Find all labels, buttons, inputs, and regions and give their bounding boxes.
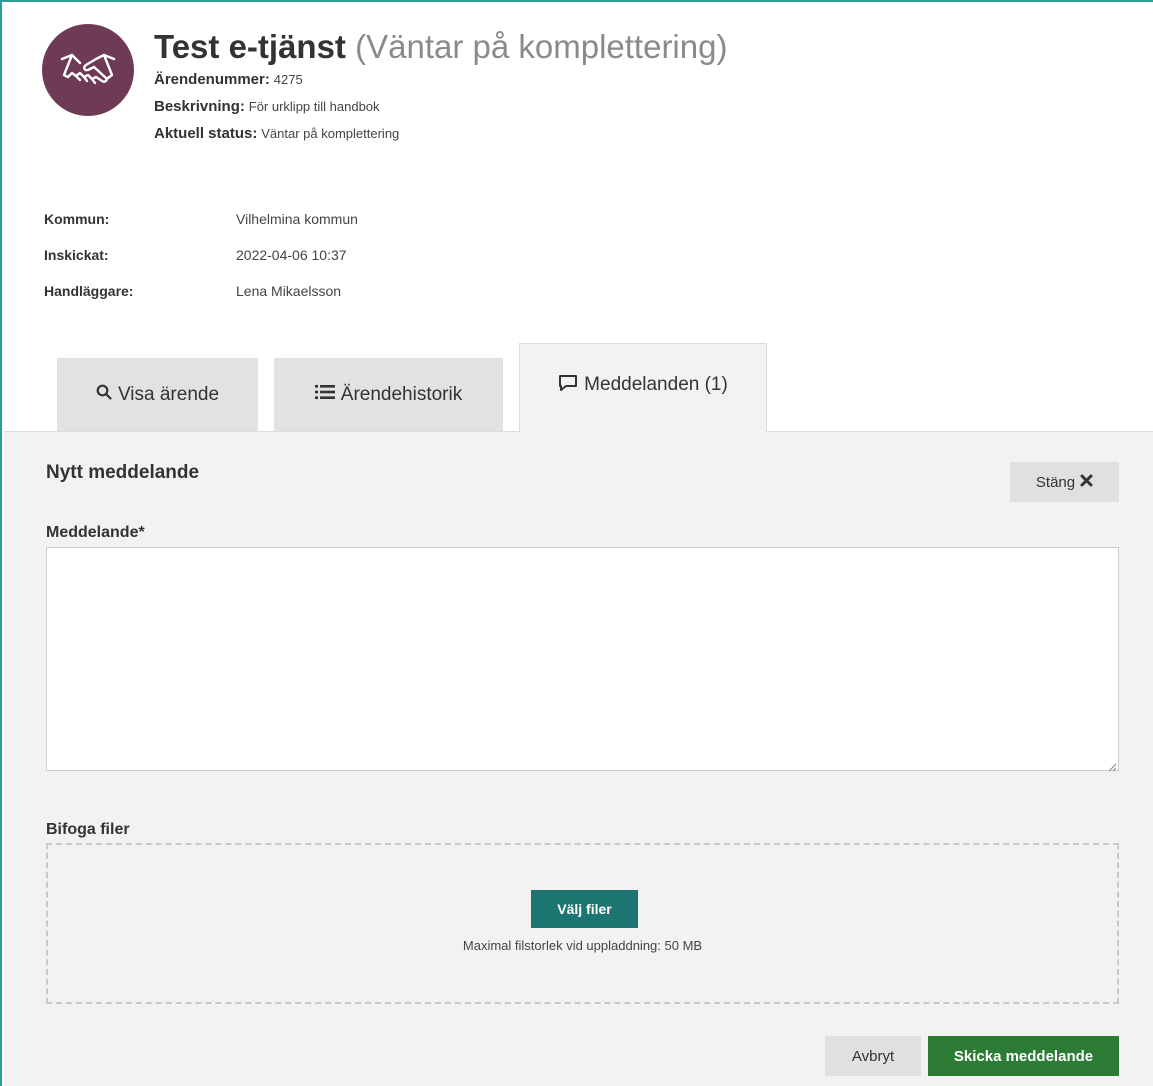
errand-info: Kommun: Vilhelmina kommun Inskickat: 202…	[44, 201, 358, 309]
info-label: Inskickat:	[44, 247, 109, 263]
errand-status: Aktuell status: Väntar på komplettering	[154, 119, 727, 148]
list-icon	[314, 384, 335, 406]
message-textarea[interactable]	[46, 547, 1119, 771]
info-row-inskickat: Inskickat: 2022-04-06 10:37	[44, 237, 358, 273]
cancel-button[interactable]: Avbryt	[825, 1036, 921, 1076]
file-dropzone[interactable]: Välj filer Maximal filstorlek vid upplad…	[46, 843, 1119, 1004]
search-icon	[96, 384, 112, 406]
errand-description-label: Beskrivning:	[154, 98, 245, 115]
new-message-title: Nytt meddelande	[46, 462, 200, 483]
tab-arendehistorik[interactable]: Ärendehistorik	[274, 358, 503, 432]
page-title: Test e-tjänst (Väntar på komplettering)	[154, 27, 727, 67]
tab-label: Ärendehistorik	[340, 384, 463, 405]
header-text: Test e-tjänst (Väntar på komplettering) …	[154, 27, 727, 148]
resize-handle-icon[interactable]	[1107, 759, 1117, 772]
tab-label: Meddelanden (1)	[584, 374, 728, 395]
send-message-button[interactable]: Skicka meddelande	[928, 1036, 1119, 1076]
errand-header: Test e-tjänst (Väntar på komplettering) …	[42, 24, 727, 148]
handshake-icon	[42, 24, 134, 116]
close-icon	[1080, 474, 1093, 491]
speech-bubble-icon	[558, 374, 578, 398]
errand-number-label: Ärendenummer:	[154, 71, 270, 88]
info-value: 2022-04-06 10:37	[236, 247, 347, 263]
tab-meddelanden[interactable]: Meddelanden (1)	[519, 343, 767, 433]
tab-visa-arende[interactable]: Visa ärende	[57, 358, 258, 432]
message-label: Meddelande*	[46, 524, 145, 541]
errand-status-label: Aktuell status:	[154, 125, 258, 142]
errand-description-value: För urklipp till handbok	[248, 99, 380, 114]
errand-title-status: (Väntar på komplettering)	[355, 28, 728, 65]
info-value: Lena Mikaelsson	[236, 283, 342, 299]
choose-files-button[interactable]: Välj filer	[531, 890, 638, 928]
info-row-kommun: Kommun: Vilhelmina kommun	[44, 201, 358, 237]
attach-files-label: Bifoga filer	[46, 821, 130, 838]
info-row-handlaggare: Handläggare: Lena Mikaelsson	[44, 273, 358, 309]
errand-status-value: Väntar på komplettering	[261, 126, 400, 141]
errand-title: Test e-tjänst	[154, 28, 346, 65]
info-value: Vilhelmina kommun	[236, 211, 358, 227]
page-frame: Test e-tjänst (Väntar på komplettering) …	[0, 0, 1153, 1086]
close-button[interactable]: Stäng	[1010, 462, 1119, 502]
errand-description: Beskrivning: För urklipp till handbok	[154, 92, 727, 121]
close-button-label: Stäng	[1035, 473, 1076, 491]
tab-label: Visa ärende	[117, 384, 220, 405]
info-label: Handläggare:	[44, 283, 134, 299]
message-panel: Nytt meddelande Stäng Meddelande* Bifoga…	[4, 431, 1153, 1086]
max-file-size-text: Maximal filstorlek vid uppladdning: 50 M…	[462, 938, 703, 953]
errand-number-value: 4275	[273, 72, 303, 87]
info-label: Kommun:	[44, 211, 110, 227]
errand-number: Ärendenummer: 4275	[154, 65, 727, 94]
